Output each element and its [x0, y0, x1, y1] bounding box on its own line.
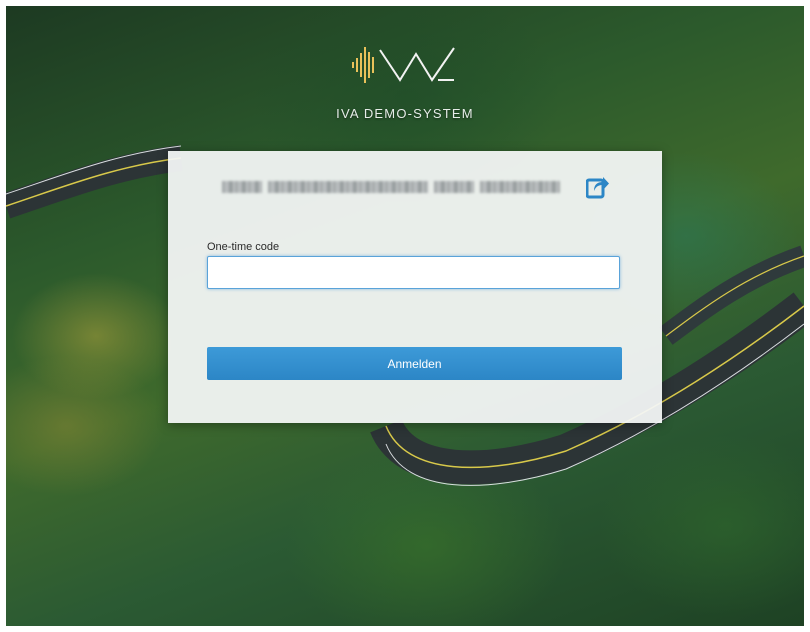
switch-account-button[interactable] — [585, 175, 610, 199]
account-name-redacted — [222, 178, 572, 196]
one-time-code-input[interactable] — [207, 256, 620, 289]
brand-name: IVA DEMO-SYSTEM — [336, 106, 474, 121]
switch-account-icon — [585, 177, 609, 199]
redacted-text — [434, 181, 474, 193]
login-card: One-time code Anmelden — [168, 151, 662, 423]
login-screen: IVA DEMO-SYSTEM One-time code Anmelden — [6, 6, 804, 626]
brand-header: IVA DEMO-SYSTEM — [6, 42, 804, 121]
redacted-text — [268, 181, 428, 193]
redacted-text — [222, 181, 262, 193]
redacted-text — [480, 181, 560, 193]
anmelden-button[interactable]: Anmelden — [207, 347, 622, 380]
iva-waveform-logo-icon — [352, 47, 455, 83]
one-time-code-label: One-time code — [207, 241, 280, 253]
